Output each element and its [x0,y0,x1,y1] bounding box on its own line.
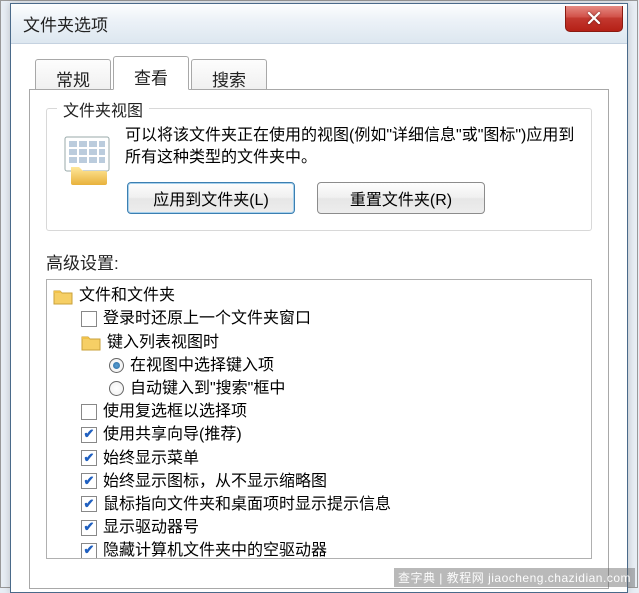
tree-item-label: 登录时还原上一个文件夹窗口 [103,307,311,330]
checkbox-icon[interactable] [81,520,97,536]
tree-root[interactable]: 文件和文件夹 [53,284,589,307]
group-description: 可以将该文件夹正在使用的视图(例如"详细信息"或"图标")应用到所有这种类型的文… [125,125,577,168]
tree-item-typeahead-header[interactable]: 键入列表视图时 [53,331,589,354]
close-icon [587,12,601,24]
close-button[interactable] [565,6,623,32]
tree-item-show-menu[interactable]: 始终显示菜单 [53,447,589,470]
tab-strip: 常规 查看 搜索 [29,56,609,90]
window-title: 文件夹选项 [23,11,565,36]
tree-item-label: 显示驱动器号 [103,516,199,539]
tree-item-hide-empty-drive[interactable]: 隐藏计算机文件夹中的空驱动器 [53,539,589,559]
advanced-settings-tree[interactable]: 文件和文件夹 登录时还原上一个文件夹窗口键入列表视图时在视图中选择键入项自动键入… [46,279,592,559]
radio-icon[interactable] [109,358,124,373]
checkbox-icon[interactable] [81,427,97,443]
dialog-content: 常规 查看 搜索 文件夹视图 [11,44,627,589]
checkbox-icon[interactable] [81,473,97,489]
checkbox-icon[interactable] [81,450,97,466]
tree-item-label: 在视图中选择键入项 [130,354,274,377]
tree-item-label: 使用复选框以选择项 [103,400,247,423]
tab-general[interactable]: 常规 [35,59,111,89]
checkbox-icon[interactable] [81,496,97,512]
tree-item-select-typed[interactable]: 在视图中选择键入项 [53,354,589,377]
tree-item-label: 始终显示图标，从不显示缩略图 [103,470,327,493]
tree-item-label: 自动键入到"搜索"框中 [130,377,285,400]
checkbox-icon[interactable] [81,311,97,327]
tab-view[interactable]: 查看 [113,56,189,90]
tree-item-checkboxes[interactable]: 使用复选框以选择项 [53,400,589,423]
tree-root-label: 文件和文件夹 [79,284,175,307]
tree-item-label: 鼠标指向文件夹和桌面项时显示提示信息 [103,493,391,516]
tab-search[interactable]: 搜索 [191,59,267,89]
tree-item-show-icons[interactable]: 始终显示图标，从不显示缩略图 [53,470,589,493]
titlebar: 文件夹选项 [11,4,627,44]
tab-panel-view: 文件夹视图 可以将该文件夹正在使用的视图(例如"详细信息"或 [29,89,609,589]
tree-item-label: 键入列表视图时 [107,331,219,354]
tree-item-restore[interactable]: 登录时还原上一个文件夹窗口 [53,307,589,330]
reset-folders-button[interactable]: 重置文件夹(R) [317,182,485,214]
tree-item-label: 始终显示菜单 [103,447,199,470]
tree-item-auto-search[interactable]: 自动键入到"搜索"框中 [53,377,589,400]
tree-item-tooltip-info[interactable]: 鼠标指向文件夹和桌面项时显示提示信息 [53,493,589,516]
checkbox-icon[interactable] [81,543,97,559]
folder-icon [53,287,73,305]
apply-to-folders-button[interactable]: 应用到文件夹(L) [127,182,295,214]
watermark: 查字典 | 教程网 jiaocheng.chazidian.com [394,568,635,587]
tree-item-drive-letter[interactable]: 显示驱动器号 [53,516,589,539]
folder-view-group: 文件夹视图 可以将该文件夹正在使用的视图(例如"详细信息"或 [46,108,592,231]
tree-item-label: 使用共享向导(推荐) [103,423,242,446]
radio-icon[interactable] [109,381,124,396]
folder-options-dialog: 文件夹选项 常规 查看 搜索 文件夹视图 [10,3,628,593]
tree-item-share-wizard[interactable]: 使用共享向导(推荐) [53,423,589,446]
folder-icon [81,333,101,351]
advanced-label: 高级设置: [46,249,592,274]
folder-views-icon [61,131,115,185]
group-title: 文件夹视图 [57,97,149,121]
tree-item-label: 隐藏计算机文件夹中的空驱动器 [103,539,327,559]
checkbox-icon[interactable] [81,404,97,420]
